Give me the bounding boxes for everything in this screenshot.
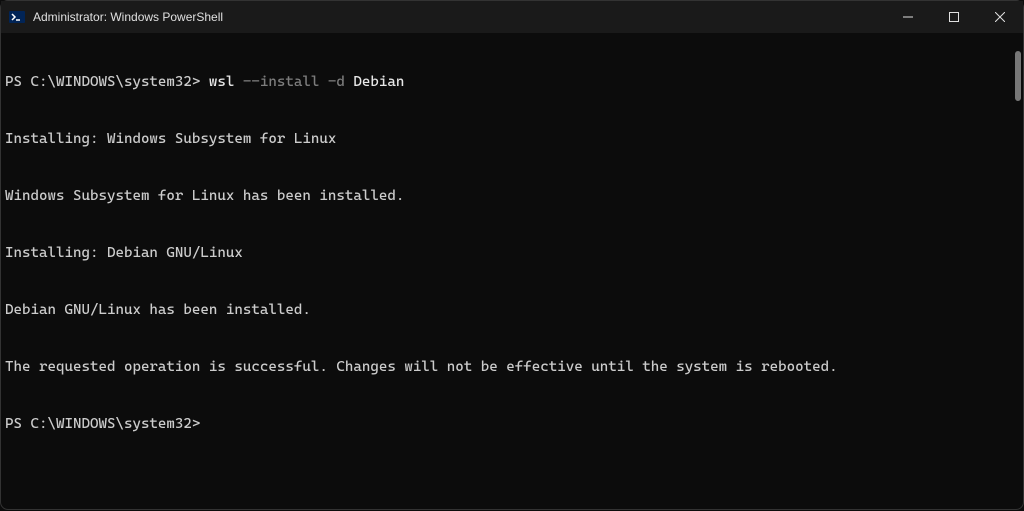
terminal-line: Installing: Windows Subsystem for Linux [5, 130, 1019, 149]
terminal-line: Installing: Debian GNU/Linux [5, 244, 1019, 263]
command-flag: --install -d [234, 74, 344, 90]
terminal-line: Windows Subsystem for Linux has been ins… [5, 187, 1019, 206]
minimize-button[interactable] [885, 1, 931, 33]
window-title: Administrator: Windows PowerShell [33, 10, 223, 24]
close-icon [995, 12, 1005, 22]
powershell-icon [9, 9, 25, 25]
maximize-icon [949, 12, 959, 22]
prompt-text: PS C:\WINDOWS\system32> [5, 74, 209, 90]
minimize-icon [903, 12, 913, 22]
command-arg: Debian [345, 74, 404, 90]
window-titlebar[interactable]: Administrator: Windows PowerShell [1, 1, 1023, 33]
terminal-line: The requested operation is successful. C… [5, 358, 1019, 377]
prompt-text: PS C:\WINDOWS\system32> [5, 416, 200, 432]
command-wsl: wsl [209, 74, 235, 90]
terminal-line: PS C:\WINDOWS\system32> [5, 415, 1019, 434]
terminal-output-area[interactable]: PS C:\WINDOWS\system32> wsl --install -d… [1, 33, 1023, 511]
scrollbar-thumb[interactable] [1015, 51, 1021, 101]
close-button[interactable] [977, 1, 1023, 33]
terminal-line: PS C:\WINDOWS\system32> wsl --install -d… [5, 73, 1019, 92]
maximize-button[interactable] [931, 1, 977, 33]
terminal-line: Debian GNU/Linux has been installed. [5, 301, 1019, 320]
